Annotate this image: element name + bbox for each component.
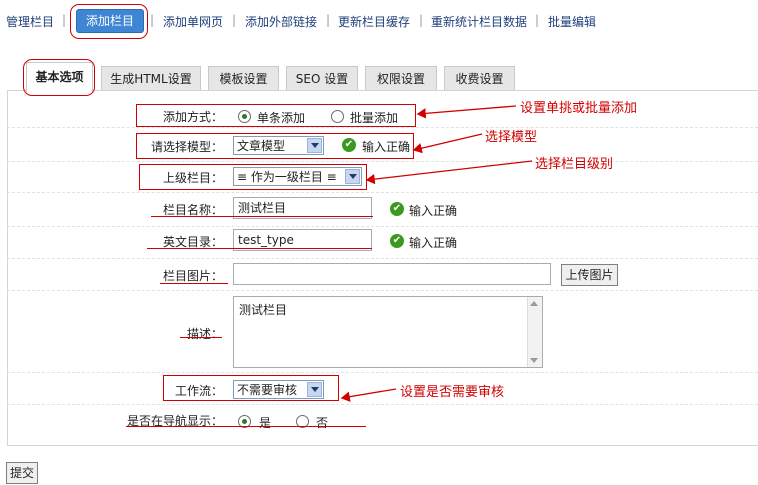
submit-button[interactable]: 提交 xyxy=(6,462,38,484)
annotation-oval xyxy=(23,59,95,96)
annotation-arrows xyxy=(340,105,533,402)
